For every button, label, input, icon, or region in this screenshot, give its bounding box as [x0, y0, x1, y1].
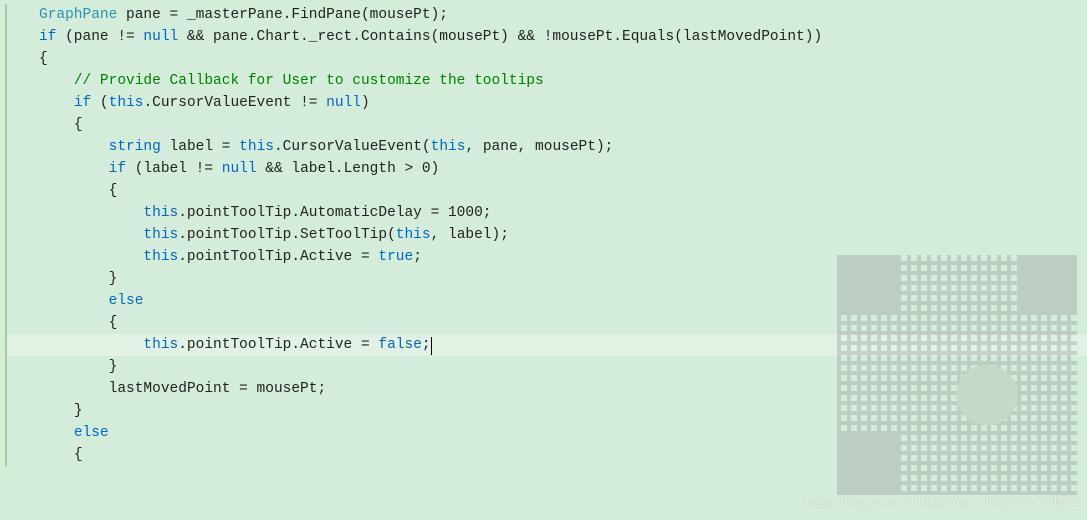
code-line: string label = this.CursorValueEvent(thi…	[7, 136, 1087, 158]
qr-code-watermark	[837, 255, 1077, 495]
code-line: {	[7, 180, 1087, 202]
code-line: {	[7, 48, 1087, 70]
code-line: this.pointToolTip.AutomaticDelay = 1000;	[7, 202, 1087, 224]
code-line: if (this.CursorValueEvent != null)	[7, 92, 1087, 114]
code-line: this.pointToolTip.SetToolTip(this, label…	[7, 224, 1087, 246]
code-line: if (pane != null && pane.Chart._rect.Con…	[7, 26, 1087, 48]
type-token: GraphPane	[39, 7, 117, 23]
code-line: // Provide Callback for User to customiz…	[7, 70, 1087, 92]
watermark-text: https://blog.csdn.net/BADAO_LIU@51CTO博客	[805, 492, 1079, 514]
code-line: {	[7, 114, 1087, 136]
code-line: if (label != null && label.Length > 0)	[7, 158, 1087, 180]
comment-token: // Provide Callback for User to customiz…	[74, 73, 544, 89]
code-line: GraphPane pane = _masterPane.FindPane(mo…	[7, 4, 1087, 26]
text-cursor	[431, 337, 432, 355]
